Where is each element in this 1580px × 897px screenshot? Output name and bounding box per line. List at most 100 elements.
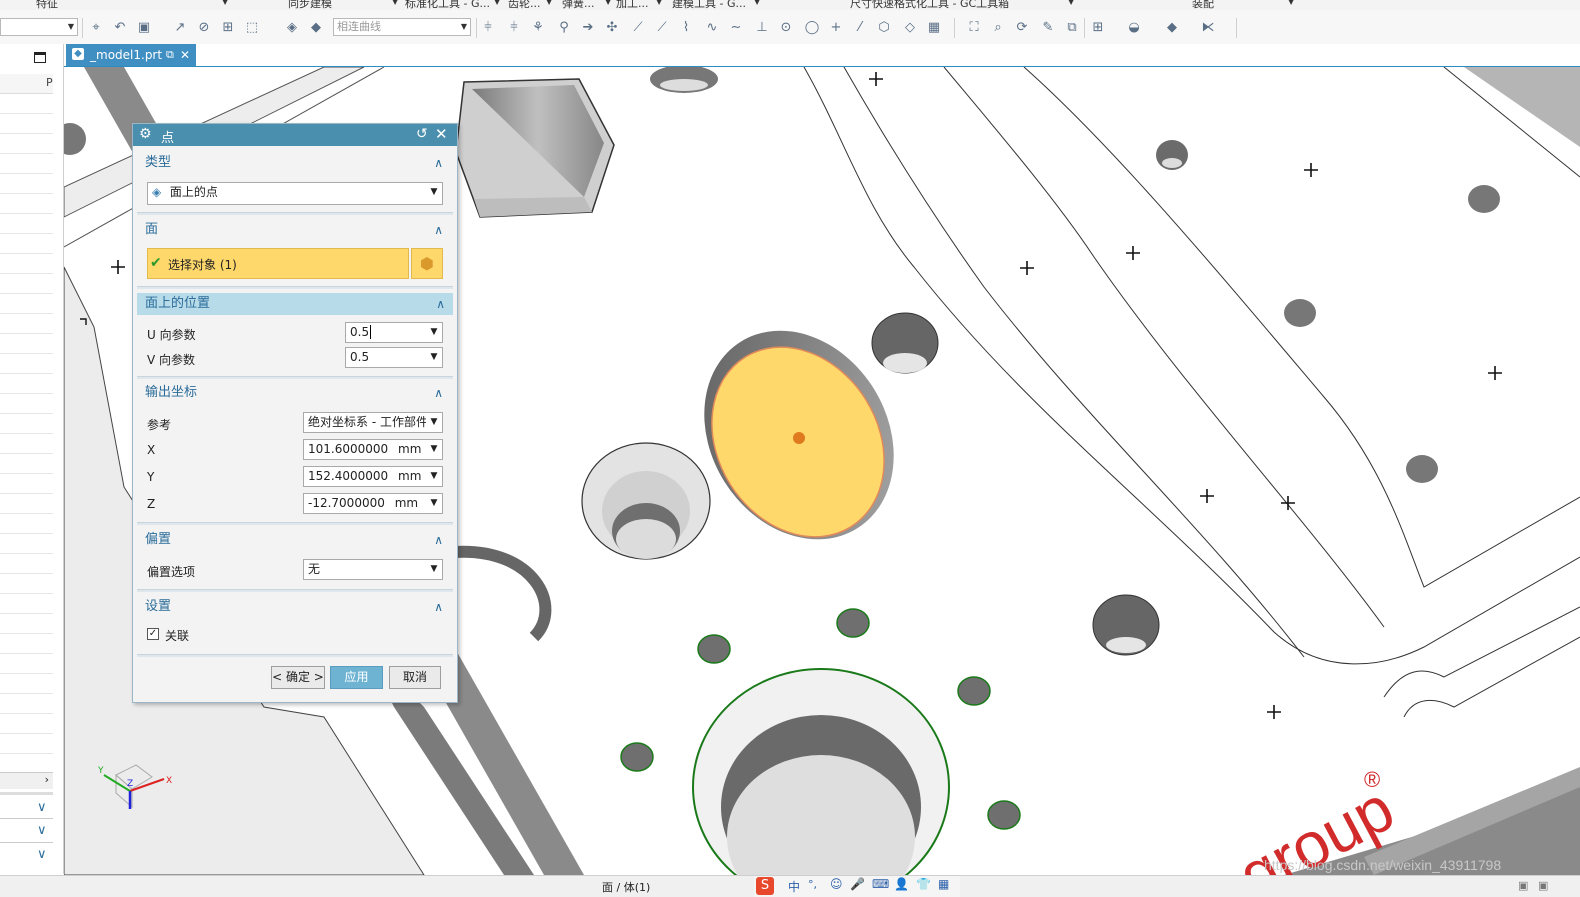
zoom-icon[interactable]: ⌕: [990, 19, 1006, 35]
pan-icon[interactable]: ✎: [1040, 19, 1056, 35]
navigator-row[interactable]: [0, 234, 53, 254]
section-view-icon[interactable]: ⧔: [1200, 19, 1216, 35]
close-tab-icon[interactable]: ✕: [180, 44, 190, 66]
chevron-down-icon[interactable]: ▼: [656, 0, 662, 6]
mic-icon[interactable]: 🎤: [850, 877, 865, 891]
navigator-row[interactable]: [0, 114, 53, 134]
line-icon[interactable]: ⟋: [630, 19, 646, 35]
collapse-icon[interactable]: ∧: [434, 596, 443, 618]
navigator-row[interactable]: [0, 134, 53, 154]
z-coordinate-input[interactable]: -12.7000000 mm ▼: [303, 493, 443, 514]
chevron-down-icon[interactable]: ▼: [494, 0, 500, 6]
apply-button[interactable]: 应用: [330, 666, 383, 689]
section-output-header[interactable]: 输出坐标 ∧: [139, 382, 451, 404]
views-icon[interactable]: ⧉: [1064, 19, 1080, 35]
rotate-icon[interactable]: ⟳: [1014, 19, 1030, 35]
navigator-row[interactable]: [0, 254, 53, 274]
offset-option-select[interactable]: 无 ▼: [303, 559, 443, 580]
spline-icon[interactable]: ∿: [704, 19, 720, 35]
tab-model1[interactable]: ◆ _model1.prt ⧉ ✕: [66, 44, 196, 66]
snap-icon[interactable]: ⌖: [88, 19, 104, 35]
expand-section-icon[interactable]: ∨: [37, 800, 47, 815]
cancel-button[interactable]: 取消: [389, 666, 441, 689]
navigator-row[interactable]: [0, 694, 53, 714]
undo-select-icon[interactable]: ↶: [112, 19, 128, 35]
chevron-down-icon[interactable]: ▼: [222, 0, 228, 6]
toolbox-icon[interactable]: ▦: [938, 877, 949, 891]
close-icon[interactable]: ✕: [435, 125, 448, 143]
dropdown-arrow-icon[interactable]: ▼: [426, 494, 442, 513]
section-position-header[interactable]: 面上的位置 ∧: [137, 293, 453, 315]
dropdown-arrow-icon[interactable]: ▼: [426, 413, 442, 432]
curve-rule-combo[interactable]: 相连曲线 ▼: [333, 18, 471, 36]
select-arrow-icon[interactable]: ↗: [172, 19, 188, 35]
associative-checkbox[interactable]: ✓: [147, 628, 159, 640]
section-icon[interactable]: ◇: [902, 19, 918, 35]
select-object-field[interactable]: ✔ 选择对象 (1): [147, 248, 409, 279]
multi-select-icon[interactable]: ✣: [604, 19, 620, 35]
zoom-fit-icon[interactable]: ⛶: [966, 19, 982, 35]
section-offset-header[interactable]: 偏置 ∧: [139, 529, 451, 551]
expand-section-icon[interactable]: ∨: [37, 847, 47, 862]
wave-icon[interactable]: ∼: [728, 19, 744, 35]
ok-button[interactable]: < 确定 >: [271, 666, 325, 689]
face-filter-icon[interactable]: ⬢: [411, 248, 443, 279]
navigator-row[interactable]: [0, 474, 53, 494]
navigator-row[interactable]: [0, 734, 53, 754]
navigator-row[interactable]: [0, 654, 53, 674]
punctuation-icon[interactable]: °,: [808, 878, 817, 891]
dropdown-arrow-icon[interactable]: ▼: [426, 467, 442, 486]
navigator-row[interactable]: [0, 714, 53, 734]
navigator-row[interactable]: [0, 94, 53, 114]
navigator-row[interactable]: [0, 294, 53, 314]
perpendicular-icon[interactable]: ⊥: [754, 19, 770, 35]
reset-icon[interactable]: ↺: [416, 126, 428, 142]
ime-language[interactable]: 中: [788, 878, 800, 895]
dropdown-arrow-icon[interactable]: ▼: [426, 348, 442, 367]
curve-icon[interactable]: ⌇: [678, 19, 694, 35]
keyboard-icon[interactable]: ⌨: [872, 877, 889, 891]
feature-icon[interactable]: ⚲: [556, 19, 572, 35]
navigator-row[interactable]: [0, 754, 53, 774]
section-settings-header[interactable]: 设置 ∧: [139, 596, 451, 618]
body-icon[interactable]: ◆: [308, 19, 324, 35]
navigator-row[interactable]: [0, 314, 53, 334]
u-param-input[interactable]: 0.5 ▼: [345, 322, 443, 343]
navigator-row[interactable]: [0, 394, 53, 414]
navigator-row[interactable]: [0, 534, 53, 554]
chevron-down-icon[interactable]: ▼: [546, 0, 552, 6]
navigator-row[interactable]: [0, 634, 53, 654]
maximize-icon[interactable]: [34, 52, 46, 63]
dropdown-arrow-icon[interactable]: ▼: [426, 183, 442, 202]
collapse-icon[interactable]: ∧: [434, 382, 443, 404]
deselect-icon[interactable]: ⊘: [196, 19, 212, 35]
group-icon[interactable]: ⚘: [530, 19, 546, 35]
dropdown-arrow-icon[interactable]: ▼: [426, 323, 442, 342]
type-select[interactable]: ◈ 面上的点 ▼: [147, 182, 443, 205]
navigator-row[interactable]: [0, 274, 53, 294]
navigator-row[interactable]: [0, 614, 53, 634]
navigator-row[interactable]: [0, 674, 53, 694]
dialog-titlebar[interactable]: ⚙ 点 ↺ ✕: [133, 124, 457, 146]
collapse-icon[interactable]: ∧: [436, 293, 445, 315]
shape-icon[interactable]: ⬡: [876, 19, 892, 35]
v-param-input[interactable]: 0.5 ▼: [345, 347, 443, 368]
user-icon[interactable]: 👤: [894, 877, 909, 891]
navigator-row[interactable]: [0, 174, 53, 194]
intersection-icon[interactable]: ⫩: [480, 19, 496, 35]
marquee-icon[interactable]: ⬚: [244, 19, 260, 35]
collapse-icon[interactable]: ∧: [434, 529, 443, 551]
navigator-row[interactable]: [0, 354, 53, 374]
navigator-row[interactable]: [0, 434, 53, 454]
navigator-row[interactable]: [0, 334, 53, 354]
x-coordinate-input[interactable]: 101.6000000 mm ▼: [303, 439, 443, 460]
collapse-icon[interactable]: ∧: [434, 152, 443, 174]
circle-icon[interactable]: ◯: [804, 19, 820, 35]
chevron-down-icon[interactable]: ▼: [1068, 0, 1074, 6]
navigator-row[interactable]: [0, 194, 53, 214]
selection-filter-combo[interactable]: ▼: [0, 18, 78, 36]
navigator-row[interactable]: [0, 214, 53, 234]
collapse-icon[interactable]: ∧: [434, 219, 443, 241]
emoji-icon[interactable]: ☺: [830, 877, 843, 891]
diagonal-icon[interactable]: ⁄: [852, 19, 868, 35]
